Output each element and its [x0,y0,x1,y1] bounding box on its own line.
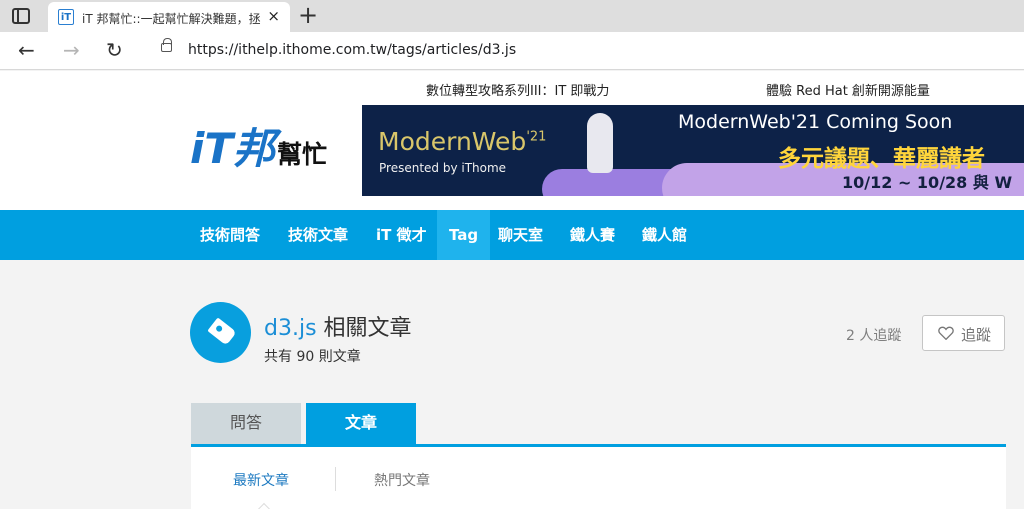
page-title: d3.js 相關文章 [264,310,412,342]
sort-divider [335,467,336,491]
banner-presented-by: Presented by iThome [379,161,507,175]
sort-hot[interactable]: 熱門文章 [374,470,430,490]
browser-toolbar: ← → ↻ https://ithelp.ithome.com.tw/tags/… [0,32,1024,70]
tab-articles[interactable]: 文章 [306,403,416,445]
title-suffix: 相關文章 [323,316,412,341]
lock-icon[interactable] [161,38,172,52]
address-bar[interactable]: https://ithelp.ithome.com.tw/tags/articl… [145,36,1024,64]
nav-item-jobs[interactable]: iT 徵才 [364,210,439,260]
nav-item-qa[interactable]: 技術問答 [188,210,272,260]
article-count: 共有 90 則文章 [264,349,361,365]
heart-icon [938,326,954,340]
nav-item-tag[interactable]: Tag [437,210,491,260]
nav-item-ironman[interactable]: 鐵人賽 [558,210,627,260]
close-icon[interactable]: × [267,7,280,25]
tag-icon [190,302,251,363]
tag-name: d3.js [264,316,317,341]
follow-label: 追蹤 [961,326,992,344]
url-text[interactable]: https://ithelp.ithome.com.tw/tags/articl… [188,42,516,58]
ad-link-2[interactable]: 體驗 Red Hat 創新開源能量 [766,80,930,99]
ad-link-1[interactable]: 數位轉型攻略系列III：IT 即戰力 [426,80,609,99]
back-arrow-icon[interactable]: ← [18,38,35,62]
sort-latest[interactable]: 最新文章 [233,470,289,490]
page: 數位轉型攻略系列III：IT 即戰力 體驗 Red Hat 創新開源能量 iT邦… [0,71,1024,509]
sort-indicator [256,502,272,509]
site-logo[interactable]: iT邦幫忙 [190,127,327,177]
ad-banner[interactable]: ModernWeb'21 Presented by iThome ModernW… [362,105,1024,196]
browser-tab[interactable]: iT iT 邦幫忙::一起幫忙解決難題，拯 × [48,2,290,32]
banner-subline: 多元議題、華麗講者 [778,146,985,172]
main-nav: 技術問答 技術文章 iT 徵才 Tag 聊天室 鐵人賽 鐵人館 [0,210,1024,260]
follower-count: 2 人追蹤 [846,328,902,344]
forward-arrow-icon[interactable]: → [63,38,80,62]
tab-title: iT 邦幫忙::一起幫忙解決難題，拯 [82,12,261,26]
rocket-icon [587,113,613,173]
nav-item-hall[interactable]: 鐵人館 [630,210,699,260]
plus-icon[interactable]: + [298,2,318,28]
banner-brand: ModernWeb'21 [378,127,547,156]
banner-dates: 10/12 ~ 10/28 與 W [842,173,1013,192]
tab-qa[interactable]: 問答 [191,403,301,445]
site-header: 數位轉型攻略系列III：IT 即戰力 體驗 Red Hat 創新開源能量 iT邦… [0,71,1024,210]
banner-headline: ModernWeb'21 Coming Soon [678,111,953,133]
article-panel: 最新文章 熱門文章 [191,447,1006,509]
logo-main: iT邦 [190,124,276,173]
follow-button[interactable]: 追蹤 [922,315,1005,351]
favicon-icon: iT [58,9,74,25]
logo-sub: 幫忙 [277,140,328,169]
sidebar-toggle-icon[interactable] [12,8,30,24]
nav-item-articles[interactable]: 技術文章 [276,210,360,260]
nav-item-chat[interactable]: 聊天室 [486,210,555,260]
browser-tab-strip: iT iT 邦幫忙::一起幫忙解決難題，拯 × + [0,0,1024,32]
reload-icon[interactable]: ↻ [106,38,123,62]
